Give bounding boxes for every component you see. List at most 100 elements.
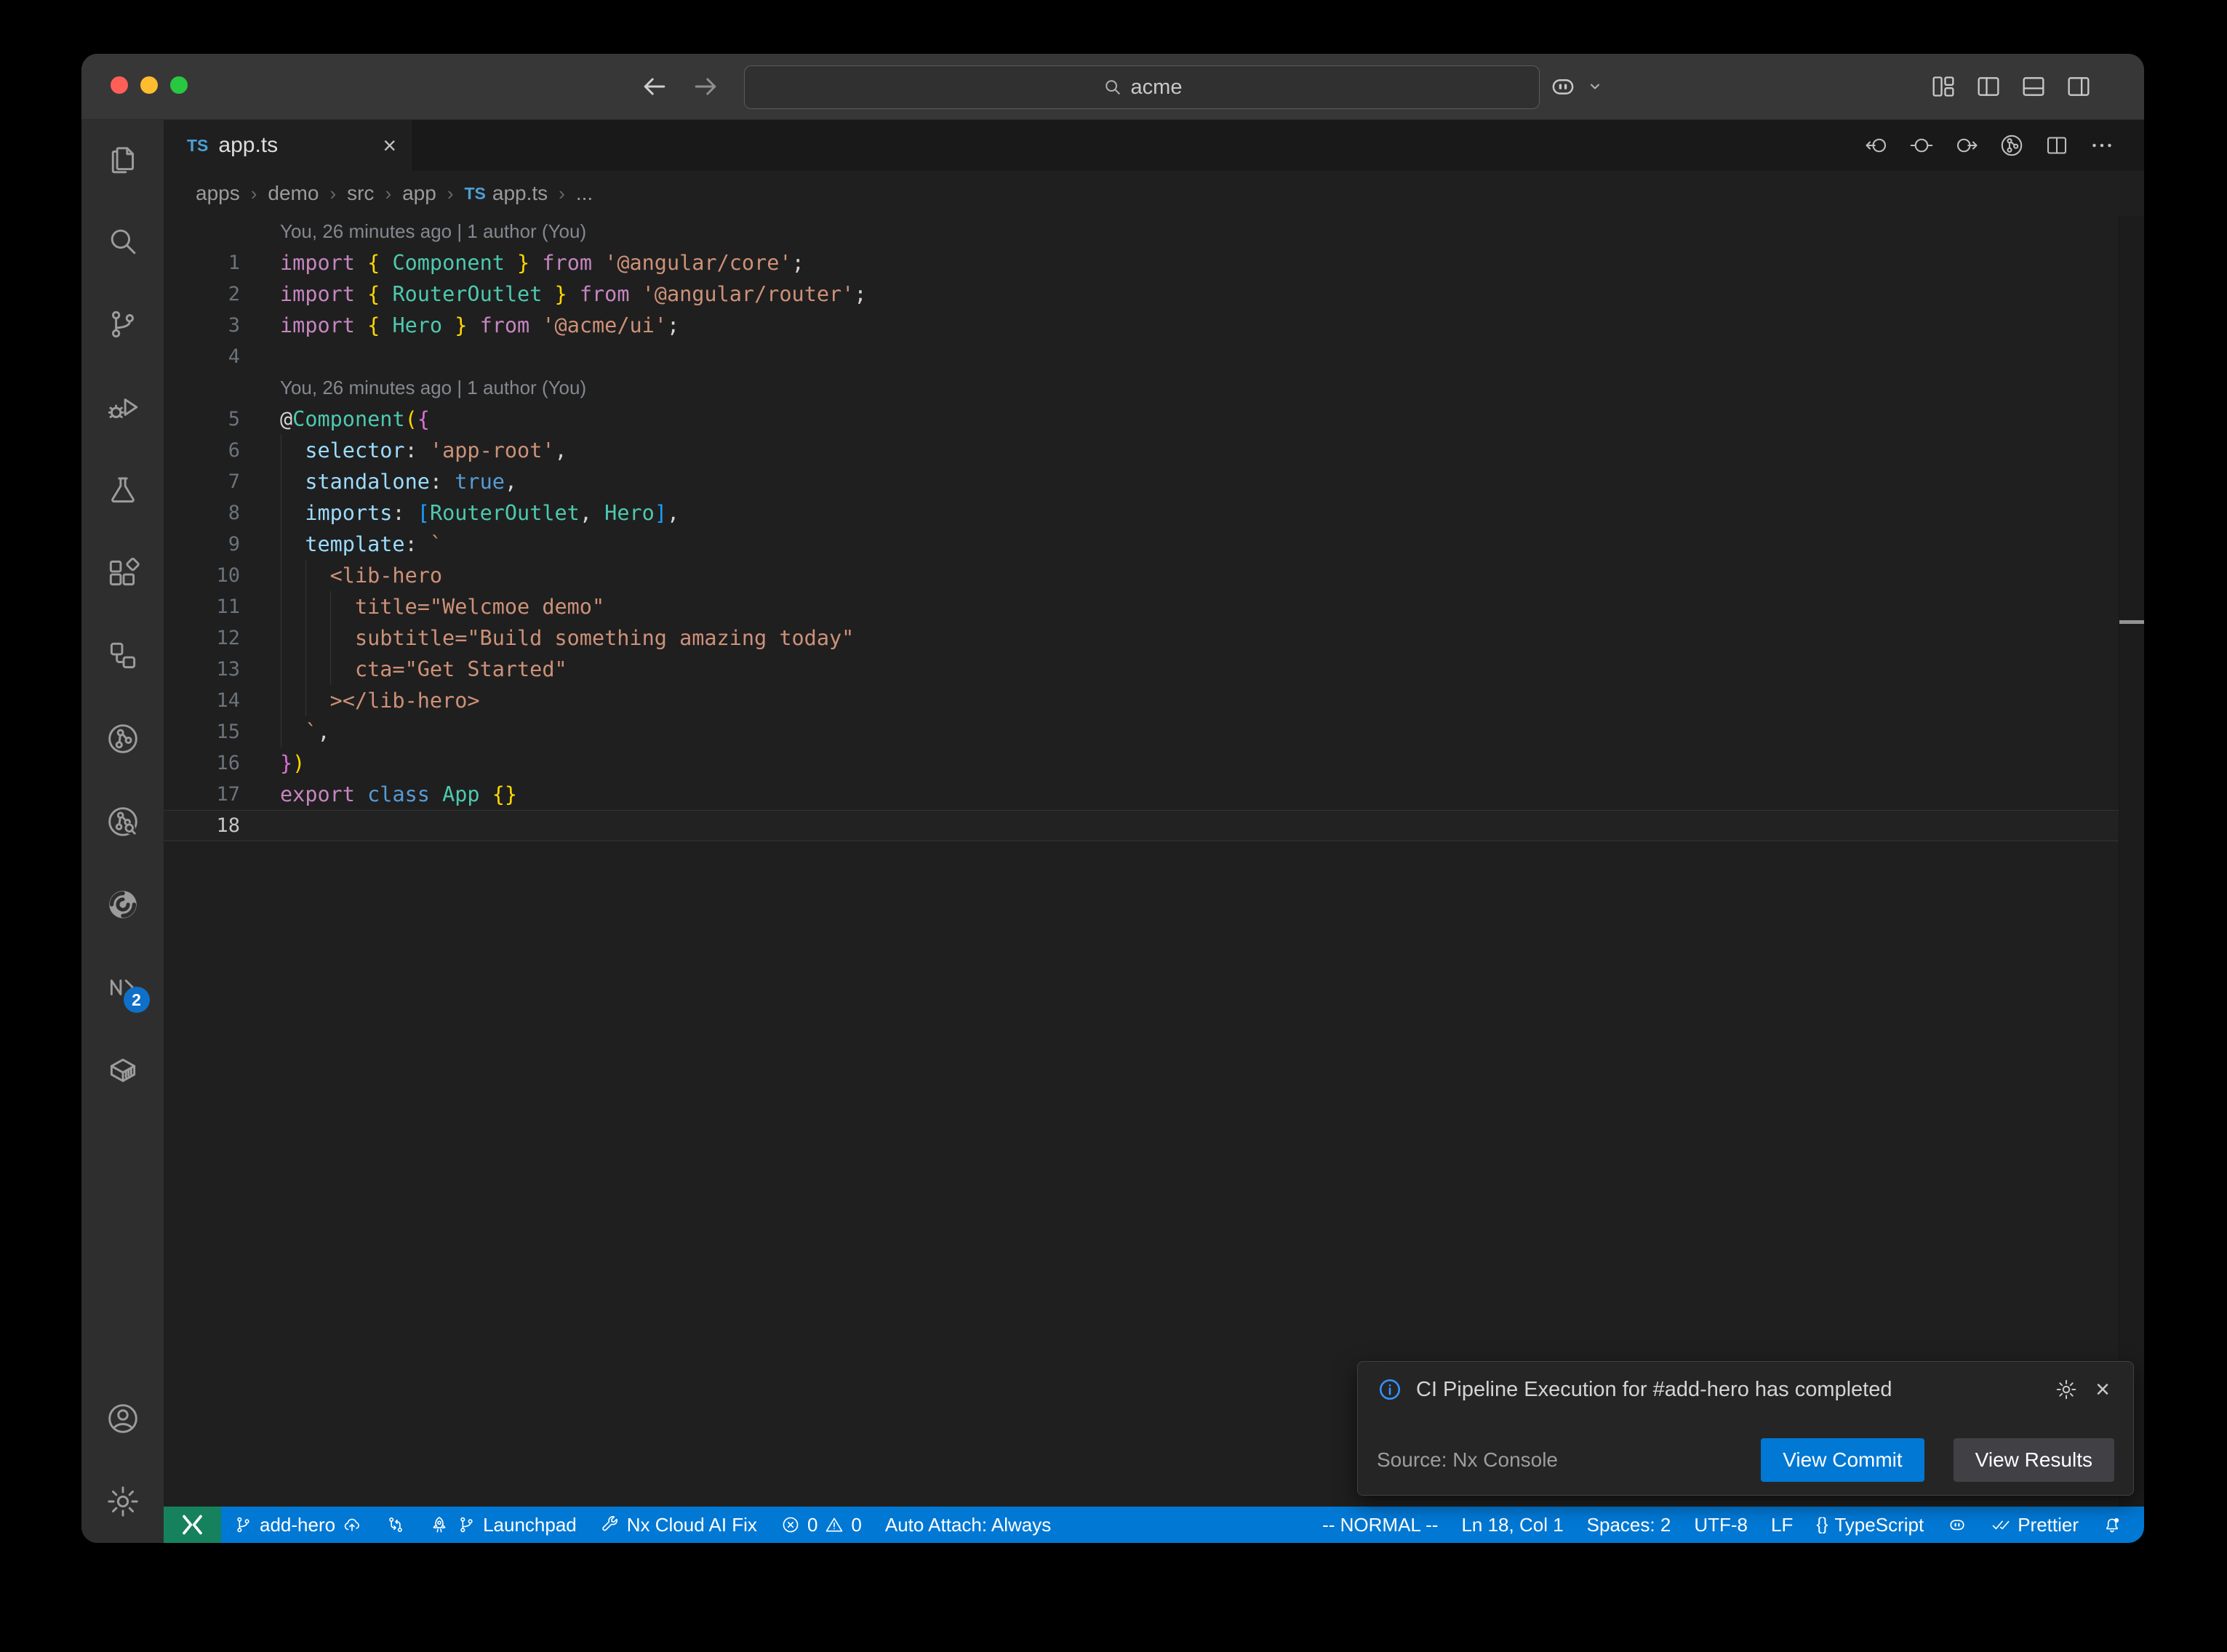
gitlens-inspect-icon[interactable] [105, 803, 141, 840]
graph-circle-icon[interactable] [1999, 132, 2025, 159]
line-number: 14 [164, 685, 240, 716]
view-results-button[interactable]: View Results [1954, 1438, 2114, 1482]
code-line: @Component({ [240, 404, 430, 435]
view-commit-button[interactable]: View Commit [1761, 1438, 1924, 1482]
breadcrumb-separator: › [329, 183, 336, 205]
code-line: imports: [RouterOutlet, Hero], [240, 497, 679, 529]
problems-item[interactable]: 00 [769, 1507, 873, 1543]
code-row: 1import { Component } from '@angular/cor… [164, 247, 2119, 278]
source-control-icon[interactable] [105, 306, 141, 342]
container-icon[interactable] [105, 1052, 141, 1088]
zoom-window-button[interactable] [170, 76, 188, 94]
code-row: 12 subtitle="Build something amazing tod… [164, 622, 2119, 654]
nx-cloud-ai-fix-item[interactable]: Nx Cloud AI Fix [588, 1507, 769, 1543]
history-forward-button[interactable] [689, 71, 721, 103]
search-icon[interactable] [105, 223, 141, 260]
history-back-button[interactable] [639, 71, 671, 103]
indent-guide [330, 591, 331, 685]
line-number: 3 [164, 310, 240, 341]
notifications-bell-item[interactable] [2090, 1507, 2134, 1543]
badge: 2 [124, 987, 150, 1013]
nx-console-icon[interactable]: 2 [105, 969, 141, 1006]
notification-toast: CI Pipeline Execution for #add-hero has … [1357, 1361, 2134, 1496]
close-icon[interactable]: × [2091, 1378, 2114, 1401]
explorer-icon[interactable] [105, 140, 141, 177]
overview-ruler-marker [2119, 620, 2144, 624]
swirl-icon[interactable] [105, 886, 141, 923]
vscode-window: acme 2 TS app.ts × apps›demo›src›app›TSa… [81, 54, 2144, 1543]
type-hierarchy-icon[interactable] [105, 638, 141, 674]
layout-sidebar-right-icon[interactable] [2064, 72, 2093, 101]
minimize-window-button[interactable] [140, 76, 158, 94]
language-item[interactable]: {}TypeScript [1804, 1507, 1935, 1543]
tab-close-icon[interactable]: × [383, 134, 396, 157]
breadcrumb-item-app[interactable]: app [402, 182, 436, 205]
status-label: TypeScript [1834, 1514, 1924, 1536]
eol-item[interactable]: LF [1759, 1507, 1804, 1543]
status-label: Spaces: 2 [1587, 1514, 1671, 1536]
circle-dash-icon[interactable] [1908, 132, 1935, 159]
line-number: 12 [164, 622, 240, 654]
activity-bar: 2 [81, 120, 164, 1543]
back-circle-icon[interactable] [1863, 132, 1890, 159]
copilot-item[interactable] [1935, 1507, 1979, 1543]
layout-sidebar-left-icon[interactable] [1974, 72, 2003, 101]
copilot-icon[interactable] [1548, 71, 1578, 102]
layout-customize-icon[interactable] [1929, 72, 1958, 101]
remote-indicator[interactable] [164, 1507, 221, 1543]
gitlens-icon[interactable] [105, 721, 141, 757]
layout-panel-icon[interactable] [2019, 72, 2048, 101]
copilot-icon [1947, 1515, 1967, 1535]
breadcrumb-item-[interactable]: ... [576, 182, 593, 205]
encoding-item[interactable]: UTF-8 [1682, 1507, 1759, 1543]
breadcrumb-item-appts[interactable]: TSapp.ts [465, 182, 548, 205]
scrollbar[interactable] [2119, 216, 2144, 1507]
code-line: <lib-hero [240, 560, 442, 591]
status-bar: add-hero LaunchpadNx Cloud AI Fix00Auto A… [164, 1507, 2144, 1543]
code-line [240, 341, 280, 372]
blame-row: You, 26 minutes ago | 1 author (You) [164, 372, 2119, 404]
code-editor[interactable]: You, 26 minutes ago | 1 author (You) 1imp… [164, 216, 2144, 1507]
compare-item[interactable] [374, 1507, 417, 1543]
prettier-item[interactable]: Prettier [1979, 1507, 2090, 1543]
code-line: ></lib-hero> [240, 685, 480, 716]
git-branch-item[interactable]: add-hero [221, 1507, 374, 1543]
extensions-icon[interactable] [105, 555, 141, 591]
run-debug-icon[interactable] [105, 389, 141, 425]
info-icon [1377, 1376, 1403, 1403]
command-center-search[interactable]: acme [744, 65, 1540, 109]
code-line: template: ` [240, 529, 442, 560]
settings-icon[interactable] [105, 1483, 141, 1520]
circle-forward-icon[interactable] [1954, 132, 1980, 159]
tab-app-ts[interactable]: TS app.ts × [164, 120, 413, 171]
breadcrumb-separator: › [447, 183, 454, 205]
breadcrumb-item-apps[interactable]: apps [196, 182, 240, 205]
code-line: standalone: true, [240, 466, 517, 497]
launchpad-item[interactable]: Launchpad [417, 1507, 588, 1543]
remote-icon [164, 1507, 221, 1543]
account-icon[interactable] [105, 1400, 141, 1437]
breadcrumb-item-demo[interactable]: demo [268, 182, 319, 205]
testing-icon[interactable] [105, 472, 141, 508]
breadcrumb: apps›demo›src›app›TSapp.ts›... [164, 171, 2144, 216]
ellipsis-icon[interactable] [2089, 132, 2115, 159]
code-row: 15 `, [164, 716, 2119, 747]
code-line: `, [240, 716, 330, 747]
close-window-button[interactable] [111, 76, 128, 94]
editor-actions [1863, 120, 2115, 171]
gear-icon[interactable] [2055, 1378, 2078, 1401]
command-center-text: acme [1131, 76, 1183, 100]
line-number: 8 [164, 497, 240, 529]
vim-mode-item[interactable]: -- NORMAL -- [1311, 1507, 1450, 1543]
chevron-down-icon[interactable] [1584, 76, 1606, 97]
indentation-item[interactable]: Spaces: 2 [1575, 1507, 1683, 1543]
status-label: UTF-8 [1694, 1514, 1748, 1536]
cloud-upload-icon [342, 1515, 362, 1535]
auto-attach-item[interactable]: Auto Attach: Always [873, 1507, 1063, 1543]
code-line: cta="Get Started" [240, 654, 567, 685]
cursor-position-item[interactable]: Ln 18, Col 1 [1450, 1507, 1575, 1543]
typescript-file-icon: TS [465, 184, 486, 204]
breadcrumb-item-src[interactable]: src [347, 182, 374, 205]
status-label: Prettier [2018, 1514, 2079, 1536]
split-editor-icon[interactable] [2044, 132, 2070, 159]
